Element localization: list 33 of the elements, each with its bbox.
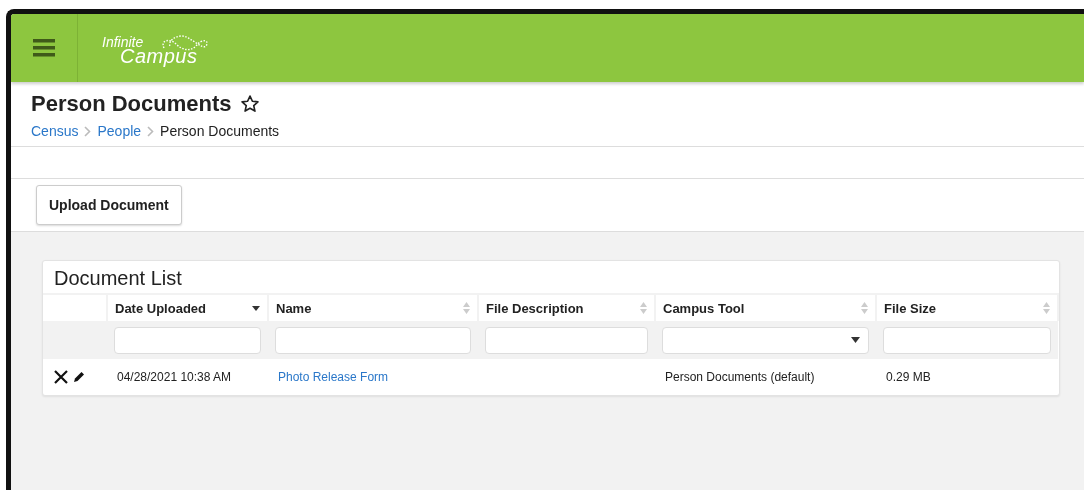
section-title: Document List bbox=[53, 266, 183, 291]
table-cell: 04/28/2021 10:38 AM bbox=[117, 370, 232, 384]
sort-icon[interactable] bbox=[640, 302, 647, 314]
column-header[interactable]: File Size bbox=[884, 300, 937, 316]
sort-icon[interactable] bbox=[463, 302, 470, 314]
logo-text: Infinite bbox=[102, 34, 144, 50]
document-link[interactable]: Photo Release Form bbox=[278, 370, 389, 384]
filter-field[interactable] bbox=[485, 326, 648, 354]
page-title: Person Documents bbox=[31, 91, 232, 117]
upload-document-button[interactable]: Upload Document bbox=[36, 185, 182, 225]
breadcrumb-link[interactable]: Census bbox=[31, 123, 79, 139]
filter-field[interactable] bbox=[114, 326, 261, 354]
dropdown-caret-icon bbox=[851, 337, 860, 343]
breadcrumb-link[interactable]: People bbox=[97, 123, 142, 139]
column-header[interactable]: Name bbox=[276, 300, 312, 316]
table-cell: Person Documents (default) bbox=[665, 370, 815, 384]
chevron-icon bbox=[84, 125, 92, 137]
filter-field[interactable] bbox=[275, 326, 471, 354]
edit-icon[interactable] bbox=[73, 371, 85, 383]
breadcrumb-current: Person Documents bbox=[160, 123, 280, 139]
chevron-icon bbox=[147, 125, 155, 137]
column-header[interactable]: Campus Tool bbox=[663, 300, 745, 316]
star-icon[interactable] bbox=[239, 94, 260, 114]
sort-descending-icon[interactable] bbox=[252, 305, 260, 311]
delete-icon[interactable] bbox=[53, 369, 69, 385]
filter-field[interactable] bbox=[883, 326, 1051, 354]
column-header[interactable]: Date Uploaded bbox=[115, 300, 206, 316]
sort-icon[interactable] bbox=[1043, 302, 1050, 314]
table-cell: 0.29 MB bbox=[886, 370, 931, 384]
column-header[interactable]: File Description bbox=[486, 300, 584, 316]
filter-dropdown[interactable] bbox=[662, 326, 869, 354]
menu-icon bbox=[33, 39, 55, 57]
sort-icon[interactable] bbox=[861, 302, 868, 314]
